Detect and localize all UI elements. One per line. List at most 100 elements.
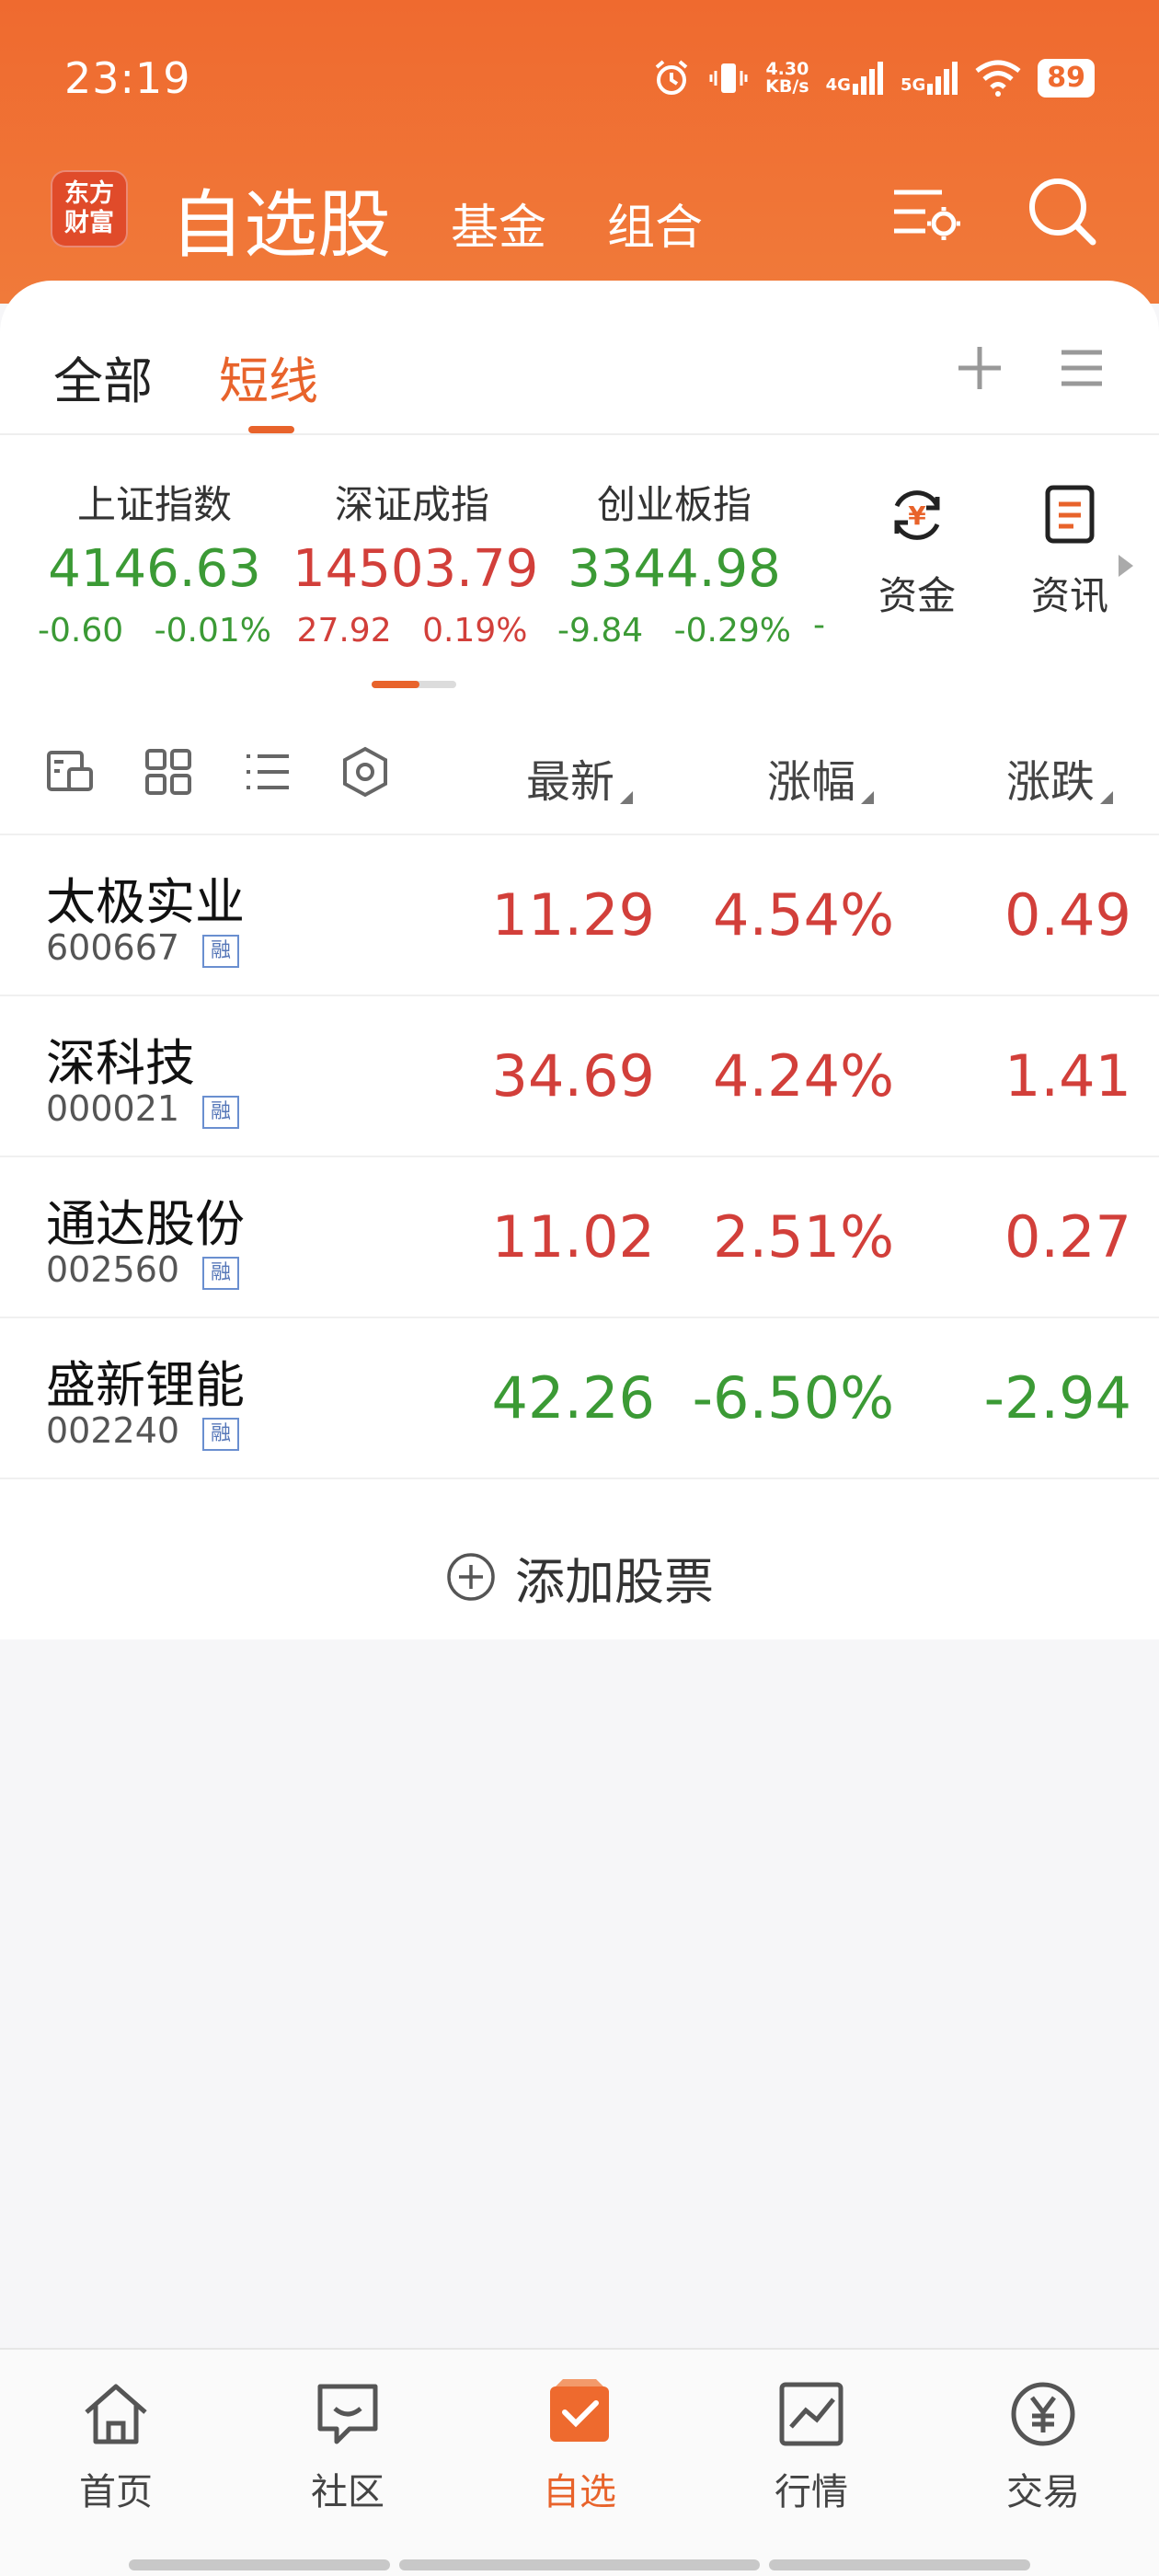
stock-latest: 11.29 <box>491 881 656 949</box>
list-settings-icon[interactable] <box>883 170 966 253</box>
index-change-pct: -0.01% <box>154 612 271 650</box>
nav-market-label: 行情 <box>775 2471 848 2513</box>
stock-code: 002240 <box>46 1410 180 1451</box>
vibrate-icon <box>709 63 748 93</box>
active-tab-indicator <box>248 426 294 433</box>
stock-pct: -6.50% <box>692 1364 894 1432</box>
index-change: -0.60 -0.01% <box>35 612 274 650</box>
index-name: 上证指数 <box>76 482 232 527</box>
home-icon <box>85 2384 147 2444</box>
margin-badge: 融 <box>202 1257 239 1290</box>
stock-row[interactable]: 深科技 000021 融 34.69 4.24% 1.41 <box>0 996 1159 1157</box>
stock-row[interactable]: 太极实业 600667 融 11.29 4.54% 0.49 <box>0 835 1159 996</box>
logo-line1: 东方 <box>64 179 114 208</box>
nav-community[interactable]: 社区 <box>274 2375 421 2515</box>
fund-flow-icon: ¥ <box>894 490 940 540</box>
add-stock-button[interactable]: 添加股票 <box>0 1514 1159 1639</box>
stock-latest: 11.02 <box>491 1203 656 1271</box>
nav-watchlist[interactable]: 自选 <box>506 2375 653 2515</box>
stock-row[interactable]: 盛新锂能 002240 融 42.26 -6.50% -2.94 <box>0 1318 1159 1479</box>
sort-triangle-icon <box>620 791 634 804</box>
status-time: 23:19 <box>64 53 191 103</box>
index-change-pct: 0.19% <box>422 612 528 650</box>
fund-flow-label: 资金 <box>878 573 956 618</box>
compact-view-icon[interactable] <box>41 743 98 800</box>
stock-name: 太极实业 <box>46 873 245 931</box>
nav-trade[interactable]: 交易 <box>970 2375 1117 2515</box>
stock-row[interactable]: 通达股份 002560 融 11.02 2.51% 0.27 <box>0 1157 1159 1318</box>
grid-view-icon[interactable] <box>140 743 197 800</box>
net-speed: 4.30 KB/s <box>765 61 809 96</box>
add-group-icon[interactable] <box>947 336 1012 400</box>
gesture-bar <box>769 2559 1030 2570</box>
tab-short-term[interactable]: 短线 <box>219 340 318 413</box>
stock-name: 盛新锂能 <box>46 1356 245 1414</box>
col-change-label: 涨跌 <box>1006 756 1096 808</box>
index-change-value: 27.92 <box>296 612 392 650</box>
list-view-icon[interactable] <box>239 743 296 800</box>
tab-portfolio[interactable]: 组合 <box>607 189 703 258</box>
nav-market[interactable]: 行情 <box>738 2375 885 2515</box>
sort-pct-change[interactable]: 涨幅 <box>767 745 875 810</box>
index-overflow-dash: - <box>813 606 825 644</box>
signal-bars-icon <box>852 62 883 95</box>
signal-4g: 4G <box>826 62 884 95</box>
sort-latest-price[interactable]: 最新 <box>526 745 634 810</box>
index-name: 深证成指 <box>334 482 489 527</box>
index-change: -9.84 -0.29% <box>550 612 798 650</box>
chat-icon <box>317 2384 378 2444</box>
stock-change: 1.41 <box>1004 1042 1131 1110</box>
sort-change[interactable]: 涨跌 <box>1006 745 1114 810</box>
index-name: 创业板指 <box>596 482 752 527</box>
net-speed-unit: KB/s <box>765 76 809 97</box>
index-value: 14503.79 <box>293 539 539 599</box>
watchlist-card: 全部 短线 上证指数 4146.63 -0.60 -0.01% 深证成指 145… <box>0 281 1159 718</box>
stock-pct: 2.51% <box>713 1203 894 1271</box>
wifi-icon <box>975 60 1021 97</box>
stock-pct: 4.24% <box>713 1042 894 1110</box>
stock-change: 0.27 <box>1004 1203 1131 1271</box>
status-icons: 4.30 KB/s 4G 5G 89 <box>651 55 1095 101</box>
index-shanghai[interactable]: 上证指数 4146.63 -0.60 -0.01% <box>35 474 274 650</box>
gesture-bar <box>129 2559 390 2570</box>
signal-5g: 5G <box>901 62 958 95</box>
logo-line2: 财富 <box>64 209 114 237</box>
news-shortcut[interactable]: 资讯 <box>1010 478 1130 621</box>
nav-community-label: 社区 <box>311 2471 384 2513</box>
search-icon[interactable] <box>1021 170 1104 253</box>
fund-flow-shortcut[interactable]: ¥ 资金 <box>857 478 977 621</box>
index-shenzhen[interactable]: 深证成指 14503.79 27.92 0.19% <box>293 474 539 650</box>
margin-badge: 融 <box>202 935 239 968</box>
stock-latest: 42.26 <box>491 1364 656 1432</box>
stock-change: 0.49 <box>1004 881 1131 949</box>
nav-home-label: 首页 <box>79 2471 153 2513</box>
nav-trade-label: 交易 <box>1006 2471 1080 2513</box>
index-scroll-thumb <box>372 681 419 688</box>
stock-list: 最新 涨幅 涨跌 太极实业 600667 融 11.29 4.54% 0.49 … <box>0 708 1159 1639</box>
news-label: 资讯 <box>1030 573 1108 618</box>
index-scroll-indicator <box>372 681 456 688</box>
stock-latest: 34.69 <box>491 1042 656 1110</box>
settings-icon[interactable] <box>337 743 394 800</box>
list-header: 最新 涨幅 涨跌 <box>0 708 1159 835</box>
tab-fund[interactable]: 基金 <box>451 189 546 258</box>
add-stock-label: 添加股票 <box>515 1552 714 1611</box>
stock-pct: 4.54% <box>713 881 894 949</box>
watchlist-icon <box>550 2379 609 2442</box>
add-circle-icon <box>447 1553 495 1601</box>
nav-home[interactable]: 首页 <box>42 2375 189 2515</box>
signal-4g-label: 4G <box>825 75 851 95</box>
status-bar: 23:19 4.30 KB/s 4G 5G 89 <box>0 37 1159 120</box>
trend-chart-icon <box>779 2382 843 2446</box>
tab-all[interactable]: 全部 <box>53 340 153 413</box>
signal-bars-icon <box>927 62 958 95</box>
app-bar: 东方 财富 自选股 基金 组合 <box>0 161 1159 271</box>
stock-code: 600667 <box>46 927 180 968</box>
signal-5g-label: 5G <box>900 75 926 95</box>
index-chinext[interactable]: 创业板指 3344.98 -9.84 -0.29% <box>550 474 798 650</box>
page-title[interactable]: 自选股 <box>170 166 391 272</box>
menu-icon[interactable] <box>1049 336 1113 400</box>
scroll-right-icon[interactable] <box>1115 547 1137 584</box>
alarm-icon <box>655 60 688 95</box>
margin-badge: 融 <box>202 1418 239 1451</box>
